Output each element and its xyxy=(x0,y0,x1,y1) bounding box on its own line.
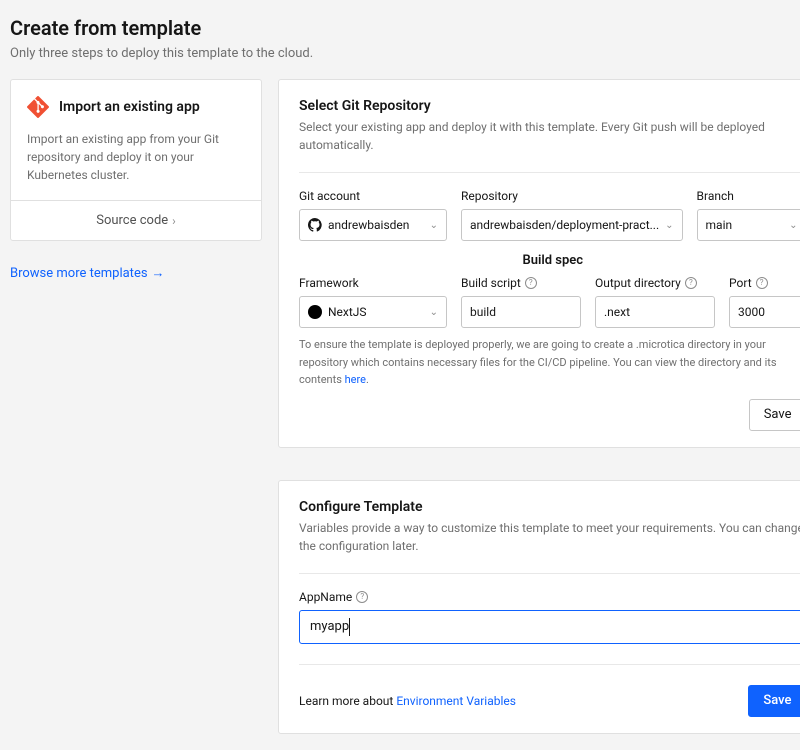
branch-label: Branch xyxy=(697,189,800,203)
git-account-select[interactable]: andrewbaisden ⌄ xyxy=(299,209,447,241)
select-repo-subtitle: Select your existing app and deploy it w… xyxy=(299,118,800,154)
repo-save-button[interactable]: Save xyxy=(749,399,800,431)
build-spec-heading: Build spec xyxy=(299,253,800,268)
output-dir-input[interactable]: .next xyxy=(595,296,715,328)
configure-template-panel: Configure Template Variables provide a w… xyxy=(278,480,800,734)
chevron-down-icon: ⌄ xyxy=(665,220,673,231)
nextjs-icon xyxy=(308,305,322,319)
info-icon[interactable]: ? xyxy=(525,277,537,289)
framework-select[interactable]: NextJS ⌄ xyxy=(299,296,447,328)
build-script-value: build xyxy=(470,305,496,319)
appname-value: myapp xyxy=(310,619,349,634)
output-dir-label: Output directory xyxy=(595,276,681,290)
branch-select[interactable]: main ⌄ xyxy=(697,209,800,241)
chevron-down-icon: ⌄ xyxy=(430,220,438,231)
config-save-button[interactable]: Save xyxy=(748,685,800,717)
select-repo-panel: Select Git Repository Select your existi… xyxy=(278,79,800,448)
import-app-card: Import an existing app Import an existin… xyxy=(10,79,262,241)
git-account-label: Git account xyxy=(299,189,447,203)
divider xyxy=(299,664,800,665)
build-script-label: Build script xyxy=(461,276,521,290)
info-icon[interactable]: ? xyxy=(756,277,768,289)
port-input[interactable]: 3000 xyxy=(729,296,800,328)
build-script-input[interactable]: build xyxy=(461,296,581,328)
git-account-value: andrewbaisden xyxy=(328,218,409,232)
env-vars-link[interactable]: Environment Variables xyxy=(396,694,516,708)
info-icon[interactable]: ? xyxy=(685,277,697,289)
chevron-down-icon: ⌄ xyxy=(430,307,438,318)
source-code-label: Source code xyxy=(96,213,168,228)
port-label: Port xyxy=(729,276,752,290)
import-title: Import an existing app xyxy=(59,99,200,115)
page-title: Create from template xyxy=(10,16,790,40)
select-repo-title: Select Git Repository xyxy=(299,98,800,114)
divider xyxy=(299,172,800,173)
divider xyxy=(299,573,800,574)
arrow-right-icon: → xyxy=(152,265,165,281)
framework-value: NextJS xyxy=(328,305,367,319)
chevron-right-icon: › xyxy=(172,214,176,228)
git-icon xyxy=(27,96,49,118)
configure-title: Configure Template xyxy=(299,499,800,515)
framework-label: Framework xyxy=(299,276,447,290)
page-subtitle: Only three steps to deploy this template… xyxy=(10,46,790,61)
source-code-toggle[interactable]: Source code › xyxy=(11,200,261,240)
repository-value: andrewbaisden/deployment-pract... xyxy=(470,218,659,232)
appname-label: AppName xyxy=(299,590,352,604)
configure-subtitle: Variables provide a way to customize thi… xyxy=(299,519,800,555)
output-dir-value: .next xyxy=(604,305,630,319)
build-note: To ensure the template is deployed prope… xyxy=(299,336,800,389)
port-value: 3000 xyxy=(738,305,765,319)
text-cursor xyxy=(349,618,350,636)
browse-templates-link[interactable]: Browse more templates → xyxy=(10,265,165,281)
branch-value: main xyxy=(706,218,733,232)
appname-input[interactable]: myapp xyxy=(299,610,800,644)
here-link[interactable]: here xyxy=(345,373,366,386)
learn-more-text: Learn more about Environment Variables xyxy=(299,694,516,708)
repository-label: Repository xyxy=(461,189,683,203)
chevron-down-icon: ⌄ xyxy=(789,220,797,231)
github-icon xyxy=(308,218,322,232)
browse-templates-label: Browse more templates xyxy=(10,266,148,281)
repository-select[interactable]: andrewbaisden/deployment-pract... ⌄ xyxy=(461,209,683,241)
info-icon[interactable]: ? xyxy=(356,591,368,603)
import-description: Import an existing app from your Git rep… xyxy=(27,130,245,184)
